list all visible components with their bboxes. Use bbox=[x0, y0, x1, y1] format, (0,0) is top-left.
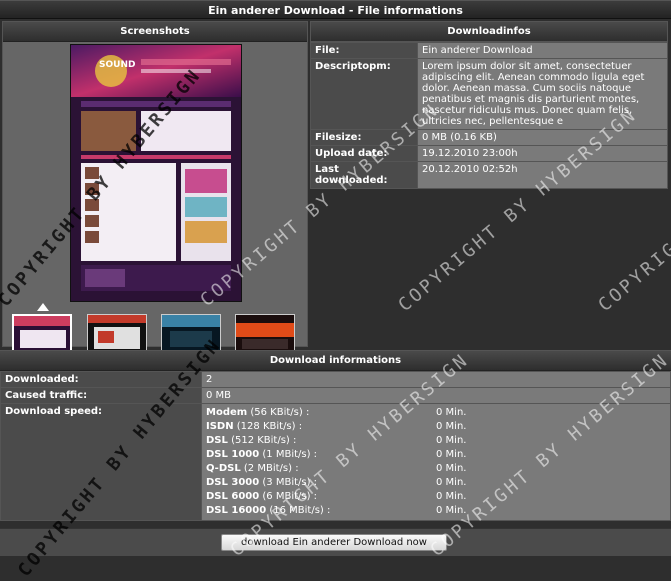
thumbnail-3[interactable] bbox=[161, 314, 221, 354]
speed-time: 0 Min. bbox=[436, 407, 467, 418]
footer: download Ein anderer Download now bbox=[0, 528, 671, 556]
speed-name: ISDN bbox=[206, 421, 234, 432]
speed-item: Q-DSL (2 MBit/s) : 0 Min. bbox=[206, 462, 666, 476]
info-value: Ein anderer Download bbox=[417, 42, 668, 59]
speed-time: 0 Min. bbox=[436, 463, 467, 474]
speed-rate: (6 MBit/s) : bbox=[262, 491, 318, 502]
speed-time: 0 Min. bbox=[436, 505, 467, 516]
speed-rate: (512 KBit/s) : bbox=[231, 435, 297, 446]
speed-rate: (2 MBit/s) : bbox=[243, 463, 299, 474]
screenshots-heading: Screenshots bbox=[3, 22, 307, 42]
speed-list: Modem (56 KBit/s) : 0 Min. ISDN (128 KBi… bbox=[201, 403, 671, 521]
info-key: File: bbox=[310, 42, 418, 59]
speed-rate: (128 KBit/s) : bbox=[236, 421, 303, 432]
screenshots-panel: Screenshots SOUND bbox=[2, 21, 308, 354]
speed-name: Modem bbox=[206, 407, 248, 418]
speed-name: Q-DSL bbox=[206, 463, 241, 474]
thumbnail-2[interactable] bbox=[87, 314, 147, 354]
download-informations-heading: Download informations bbox=[0, 350, 671, 371]
speed-rate: (1 MBit/s) : bbox=[262, 449, 318, 460]
info-key: Upload date: bbox=[310, 145, 418, 162]
speed-label: Download speed: bbox=[0, 403, 202, 521]
speed-time: 0 Min. bbox=[436, 449, 467, 460]
main-screenshot-title: SOUND bbox=[99, 60, 135, 70]
speed-time: 0 Min. bbox=[436, 491, 467, 502]
info-value: Lorem ipsum dolor sit amet, consectetuer… bbox=[417, 58, 668, 130]
info-value: 0 MB (0.16 KB) bbox=[417, 129, 668, 146]
info-value: 19.12.2010 23:00h bbox=[417, 145, 668, 162]
thumbnail-2-image bbox=[88, 315, 146, 353]
downloadinfos-table: File: Ein anderer Download Descriptopm: … bbox=[310, 42, 668, 189]
info-row-upload-date: Upload date: 19.12.2010 23:00h bbox=[310, 145, 668, 162]
speed-name: DSL 6000 bbox=[206, 491, 260, 502]
thumbnail-pointer-icon bbox=[37, 303, 49, 311]
thumbnail-3-image bbox=[162, 315, 220, 353]
page-title: Ein anderer Download - File informations bbox=[0, 0, 671, 19]
main-screenshot-image: SOUND bbox=[71, 45, 241, 301]
downloaded-label: Downloaded: bbox=[0, 371, 202, 388]
download-informations-table: Downloaded: 2 Caused traffic: 0 MB Downl… bbox=[0, 371, 671, 521]
speed-item: DSL (512 KBit/s) : 0 Min. bbox=[206, 434, 666, 448]
download-informations-panel: Download informations Downloaded: 2 Caus… bbox=[0, 350, 671, 521]
speed-name: DSL 3000 bbox=[206, 477, 260, 488]
downloaded-row: Downloaded: 2 bbox=[0, 371, 671, 388]
speed-name: DSL 16000 bbox=[206, 505, 267, 516]
speed-item: DSL 1000 (1 MBit/s) : 0 Min. bbox=[206, 448, 666, 462]
speed-item: DSL 16000 (16 MBit/s) : 0 Min. bbox=[206, 504, 666, 518]
speed-name: DSL 1000 bbox=[206, 449, 260, 460]
info-row-filesize: Filesize: 0 MB (0.16 KB) bbox=[310, 129, 668, 146]
speed-rate: (3 MBit/s) : bbox=[262, 477, 318, 488]
main-screenshot[interactable]: SOUND bbox=[70, 44, 242, 302]
speed-item: DSL 6000 (6 MBit/s) : 0 Min. bbox=[206, 490, 666, 504]
speed-row: Download speed: Modem (56 KBit/s) : 0 Mi… bbox=[0, 403, 671, 521]
traffic-row: Caused traffic: 0 MB bbox=[0, 387, 671, 404]
speed-item: ISDN (128 KBit/s) : 0 Min. bbox=[206, 420, 666, 434]
info-row-file: File: Ein anderer Download bbox=[310, 42, 668, 59]
traffic-label: Caused traffic: bbox=[0, 387, 202, 404]
speed-item: DSL 3000 (3 MBit/s) : 0 Min. bbox=[206, 476, 666, 490]
info-key: Descriptopm: bbox=[310, 58, 418, 130]
downloaded-value: 2 bbox=[201, 371, 671, 388]
speed-time: 0 Min. bbox=[436, 477, 467, 488]
speed-time: 0 Min. bbox=[436, 435, 467, 446]
speed-rate: (56 KBit/s) : bbox=[250, 407, 310, 418]
downloadinfos-panel: Downloadinfos File: Ein anderer Download… bbox=[310, 21, 668, 189]
info-row-description: Descriptopm: Lorem ipsum dolor sit amet,… bbox=[310, 58, 668, 130]
speed-item: Modem (56 KBit/s) : 0 Min. bbox=[206, 406, 666, 420]
thumbnail-4[interactable] bbox=[235, 314, 295, 354]
traffic-value: 0 MB bbox=[201, 387, 671, 404]
downloadinfos-heading: Downloadinfos bbox=[310, 21, 668, 42]
thumbnail-1-image bbox=[14, 316, 70, 352]
speed-rate: (16 MBit/s) : bbox=[269, 505, 331, 516]
speed-time: 0 Min. bbox=[436, 421, 467, 432]
info-value: 20.12.2010 02:52h bbox=[417, 161, 668, 189]
info-row-last-downloaded: Last downloaded: 20.12.2010 02:52h bbox=[310, 161, 668, 189]
info-key: Last downloaded: bbox=[310, 161, 418, 189]
download-now-button[interactable]: download Ein anderer Download now bbox=[221, 534, 447, 551]
thumbnail-4-image bbox=[236, 315, 294, 353]
info-key: Filesize: bbox=[310, 129, 418, 146]
speed-name: DSL bbox=[206, 435, 228, 446]
thumbnail-1[interactable] bbox=[12, 314, 72, 354]
